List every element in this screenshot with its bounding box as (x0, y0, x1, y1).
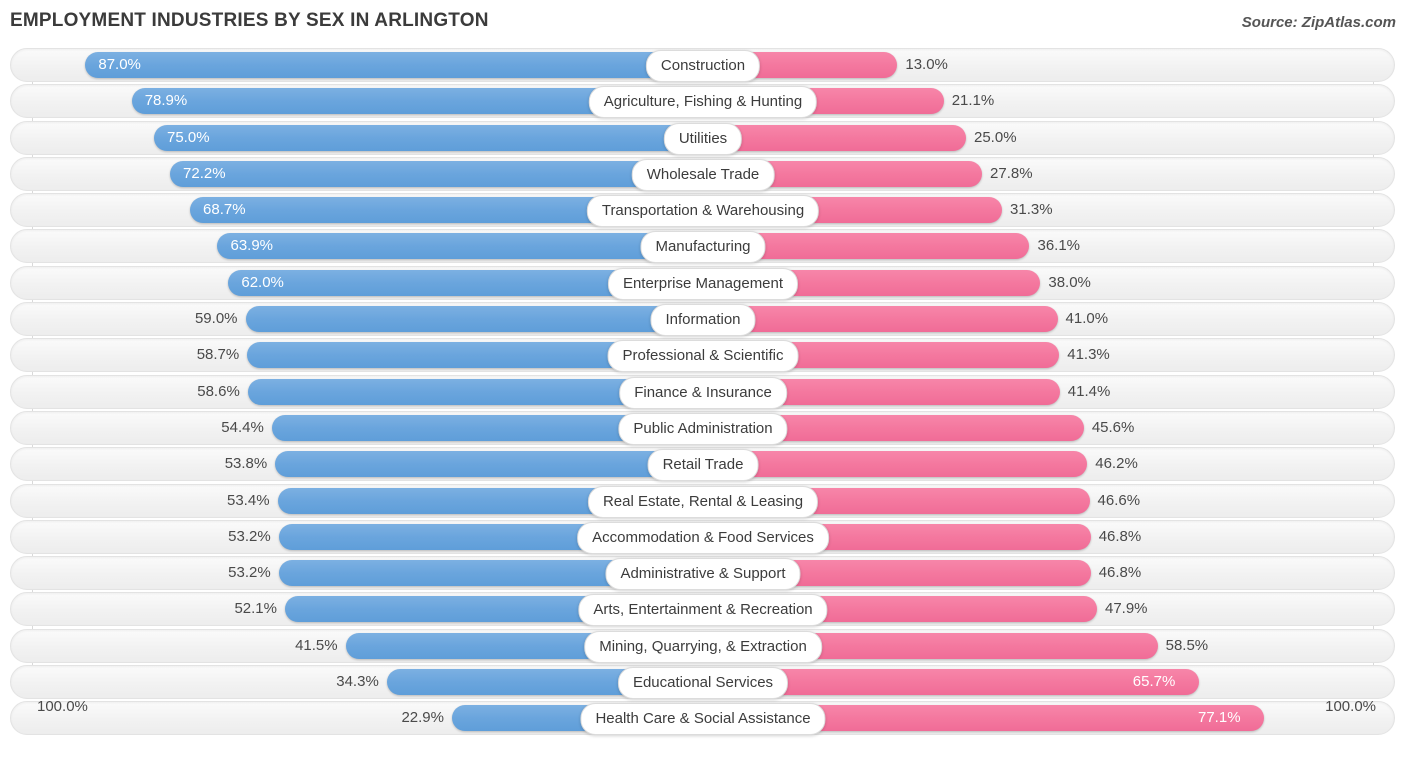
chart-row: 52.1% 47.9% Arts, Entertainment & Recreati… (0, 592, 1406, 627)
category-label-pill[interactable]: Finance & Insurance (619, 376, 787, 409)
value-label-female: 65.7% (1132, 673, 1176, 691)
category-label-pill[interactable]: Mining, Quarrying, & Extraction (584, 630, 822, 663)
value-label-female: 31.3% (1010, 201, 1053, 219)
value-label-female: 27.8% (990, 164, 1033, 182)
bar-male[interactable] (275, 451, 703, 478)
chart-row: 53.2% 46.8% Accommodation & Food Services (0, 519, 1406, 554)
value-label-male: 72.2% (183, 164, 226, 182)
chart-row: 34.3% 65.7% Educational Services (0, 665, 1406, 700)
value-label-male: 34.3% (336, 673, 379, 691)
category-label-pill[interactable]: Arts, Entertainment & Recreation (578, 594, 828, 627)
category-label-pill[interactable]: Administrative & Support (605, 558, 801, 591)
chart-row: 63.9% 36.1% Manufacturing (0, 229, 1406, 264)
page-title: EMPLOYMENT INDUSTRIES BY SEX IN ARLINGTO… (10, 10, 489, 31)
chart-row: 54.4% 45.6% Public Administration (0, 410, 1406, 445)
category-label-pill[interactable]: Health Care & Social Assistance (580, 703, 826, 736)
category-label-pill[interactable]: Enterprise Management (607, 267, 799, 300)
category-label-pill[interactable]: Retail Trade (647, 449, 759, 482)
category-label-pill[interactable]: Transportation & Warehousing (586, 195, 820, 228)
value-label-male: 75.0% (167, 128, 210, 146)
value-label-female: 58.5% (1165, 636, 1209, 654)
bar-female[interactable] (703, 124, 966, 151)
chart-row: 78.9% 21.1% Agriculture, Fishing & Hunting (0, 84, 1406, 119)
source-attribution: Source: ZipAtlas.com (1241, 14, 1396, 31)
category-label-pill[interactable]: Manufacturing (640, 231, 766, 264)
value-label-female: 47.9% (1104, 600, 1148, 618)
value-label-female: 46.6% (1097, 491, 1141, 509)
bar-male[interactable] (154, 124, 703, 151)
category-label-pill[interactable]: Wholesale Trade (631, 158, 775, 191)
category-label-pill[interactable]: Agriculture, Fishing & Hunting (588, 86, 818, 119)
value-label-male: 52.1% (234, 600, 277, 618)
value-label-male: 58.6% (197, 382, 240, 400)
value-label-male: 58.7% (196, 346, 240, 364)
value-label-male: 68.7% (203, 201, 246, 219)
value-label-male: 59.0% (194, 310, 238, 328)
value-label-female: 41.4% (1067, 382, 1111, 400)
value-label-male: 63.9% (230, 237, 274, 255)
value-label-female: 41.3% (1067, 346, 1110, 364)
value-label-female: 46.8% (1098, 527, 1142, 545)
chart-plot-area: 87.0% 13.0% Construction 78.9% 21.1% Agricult… (0, 48, 1406, 738)
bar-male[interactable] (217, 233, 703, 260)
chart-rows: 87.0% 13.0% Construction 78.9% 21.1% Agricult… (0, 48, 1406, 738)
chart-row: 41.5% 58.5% Mining, Quarrying, & Extractio… (0, 628, 1406, 663)
category-label-pill[interactable]: Educational Services (617, 667, 789, 700)
bar-male[interactable] (170, 160, 703, 187)
value-label-male: 62.0% (241, 273, 284, 291)
chart-row: 53.2% 46.8% Administrative & Support (0, 556, 1406, 591)
value-label-male: 78.9% (144, 92, 188, 110)
value-label-male: 53.4% (227, 491, 270, 509)
chart-row: 68.7% 31.3% Transportation & Warehousing (0, 193, 1406, 228)
value-label-female: 45.6% (1091, 418, 1135, 436)
category-label-pill[interactable]: Public Administration (618, 412, 788, 445)
chart-row: 59.0% 41.0% Information (0, 302, 1406, 337)
category-label-pill[interactable]: Real Estate, Rental & Leasing (587, 485, 819, 518)
category-label-pill[interactable]: Utilities (663, 122, 743, 155)
chart-row: 87.0% 13.0% Construction (0, 48, 1406, 82)
chart-row: 62.0% 38.0% Enterprise Management (0, 265, 1406, 300)
category-label-pill[interactable]: Information (650, 304, 756, 337)
value-label-male: 41.5% (295, 636, 338, 654)
category-label-pill[interactable]: Construction (645, 50, 761, 82)
value-label-female: 41.0% (1065, 310, 1109, 328)
bar-female[interactable] (703, 451, 1088, 478)
value-label-female: 13.0% (905, 56, 948, 73)
bar-female[interactable] (703, 306, 1058, 333)
category-label-pill[interactable]: Professional & Scientific (607, 340, 799, 373)
value-label-male: 53.8% (224, 455, 268, 473)
chart-row: 58.6% 41.4% Finance & Insurance (0, 374, 1406, 409)
value-label-male: 87.0% (98, 56, 141, 73)
value-label-male: 53.2% (228, 564, 271, 582)
value-label-female: 25.0% (974, 128, 1017, 146)
chart-row: 58.7% 41.3% Professional & Scientific (0, 338, 1406, 373)
chart-row: 75.0% 25.0% Utilities (0, 120, 1406, 155)
value-label-female: 46.2% (1095, 455, 1138, 473)
value-label-female: 38.0% (1048, 273, 1091, 291)
bar-male[interactable] (245, 306, 703, 333)
chart-row: 53.4% 46.6% Real Estate, Rental & Leasing (0, 483, 1406, 518)
value-label-female: 21.1% (951, 92, 995, 110)
bar-male[interactable] (85, 52, 703, 78)
value-label-female: 36.1% (1037, 237, 1081, 255)
value-label-female: 46.8% (1098, 564, 1142, 582)
chart-row: 72.2% 27.8% Wholesale Trade (0, 156, 1406, 191)
chart-row: 53.8% 46.2% Retail Trade (0, 447, 1406, 482)
category-label-pill[interactable]: Accommodation & Food Services (577, 521, 829, 554)
value-label-male: 53.2% (228, 527, 271, 545)
value-label-male: 54.4% (221, 418, 264, 436)
